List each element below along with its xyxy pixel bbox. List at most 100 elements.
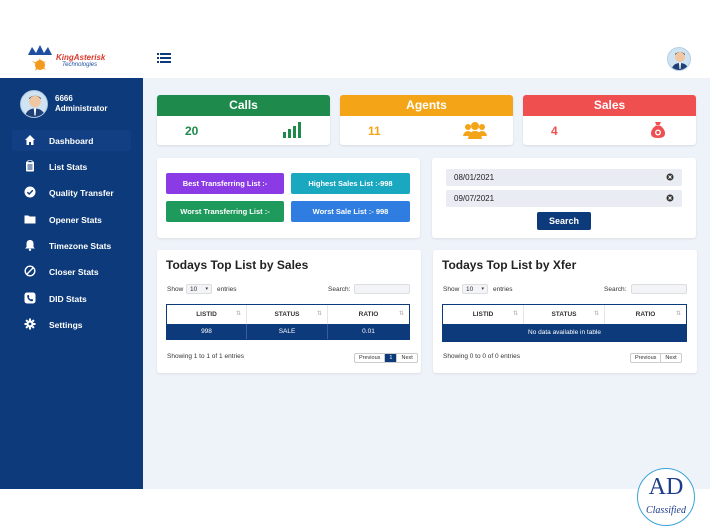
users-icon <box>463 122 487 139</box>
sidebar-item-label: List Stats <box>49 162 88 172</box>
date-to-field[interactable]: 09/07/2021 <box>446 190 682 207</box>
sidebar-item-timezone-stats[interactable]: Timezone Stats <box>12 235 131 256</box>
empty-message: No data available in table <box>528 329 601 336</box>
sort-icon: ⇅ <box>316 311 322 317</box>
search-label: Search: <box>604 286 627 293</box>
sidebar-item-label: Timezone Stats <box>49 241 112 251</box>
watermark-ad: AD <box>648 474 684 500</box>
length-value: 10 <box>466 286 474 293</box>
sort-icon: ⇅ <box>235 311 241 317</box>
calls-card-title: Calls <box>157 95 330 116</box>
column-header-listid[interactable]: LISTID ⇅ <box>167 305 247 324</box>
page-1-button[interactable]: 1 <box>385 354 398 362</box>
sidebar-item-label: Quality Transfer <box>49 188 114 198</box>
next-button[interactable]: Next <box>661 354 680 362</box>
search-button[interactable]: Search <box>537 212 591 230</box>
sidebar-item-label: Settings <box>49 320 83 330</box>
sales-table: LISTID ⇅ STATUS ⇅ RATIO ⇅ 998 SALE 0.01 <box>166 304 410 340</box>
calls-card: Calls 20 <box>157 95 330 145</box>
xfer-search-input[interactable] <box>631 284 687 294</box>
check-circle-icon <box>24 186 36 198</box>
brand-sub: Technologies <box>62 62 98 68</box>
sales-length-select[interactable]: 10 ▾ <box>186 284 212 294</box>
agents-count: 11 <box>368 124 381 138</box>
search-label: Search: <box>328 286 351 293</box>
calls-count: 20 <box>185 124 199 138</box>
next-button[interactable]: Next <box>397 354 416 362</box>
chevron-down-icon: ▾ <box>205 286 208 292</box>
sidebar-item-closer-stats[interactable]: Closer Stats <box>12 261 131 282</box>
table-empty-row: No data available in table <box>443 324 686 341</box>
xfer-pagination: Previous Next <box>630 353 682 363</box>
bell-icon <box>25 240 35 251</box>
cell-ratio: 0.01 <box>362 328 375 335</box>
sidebar-item-list-stats[interactable]: List Stats <box>12 156 131 177</box>
sort-icon: ⇅ <box>398 311 404 317</box>
clear-icon[interactable] <box>666 194 674 202</box>
sidebar-item-quality-transfer[interactable]: Quality Transfer <box>12 182 131 203</box>
sort-icon: ⇅ <box>512 311 518 317</box>
clipboard-icon <box>26 160 34 172</box>
sort-icon: ⇅ <box>675 311 681 317</box>
xfer-length-select[interactable]: 10 ▾ <box>462 284 488 294</box>
date-to-value: 09/07/2021 <box>454 194 495 203</box>
sidebar-item-did-stats[interactable]: DID Stats <box>12 288 131 309</box>
money-bag-icon <box>651 122 665 138</box>
column-header-listid[interactable]: LISTID ⇅ <box>443 305 524 324</box>
highest-sales-list-button[interactable]: Highest Sales List :-998 <box>291 173 410 194</box>
table-header: LISTID ⇅ STATUS ⇅ RATIO ⇅ <box>167 305 409 324</box>
worst-sale-list-button[interactable]: Worst Sale List :- 998 <box>291 201 410 222</box>
agents-card: Agents 11 <box>340 95 513 145</box>
date-from-value: 08/01/2021 <box>454 173 495 182</box>
sidebar-item-label: Closer Stats <box>49 267 99 277</box>
xfer-table-info: Showing 0 to 0 of 0 entries <box>443 353 520 360</box>
sidebar-item-dashboard[interactable]: Dashboard <box>12 130 131 151</box>
sales-table-title: Todays Top List by Sales <box>166 258 309 272</box>
sales-card-title: Sales <box>523 95 696 116</box>
bar-chart-icon <box>283 122 301 138</box>
sidebar-item-label: DID Stats <box>49 294 87 304</box>
entries-label: entries <box>493 286 513 293</box>
show-label: Show <box>443 286 460 293</box>
xfer-table-title: Todays Top List by Xfer <box>442 258 577 272</box>
app-root: KingAsterisk Technologies 6666 Administr… <box>0 0 710 530</box>
sidebar-item-label: Dashboard <box>49 136 94 146</box>
phone-icon <box>24 292 36 304</box>
column-header-ratio[interactable]: RATIO ⇅ <box>328 305 409 324</box>
entries-label: entries <box>217 286 237 293</box>
previous-button[interactable]: Previous <box>355 354 386 362</box>
agents-card-title: Agents <box>340 95 513 116</box>
column-header-status[interactable]: STATUS ⇅ <box>524 305 605 324</box>
watermark-classified: Classified <box>645 505 686 516</box>
sales-search-input[interactable] <box>354 284 410 294</box>
table-row: 998 SALE 0.01 <box>167 324 409 339</box>
previous-button[interactable]: Previous <box>631 354 662 362</box>
cell-status: SALE <box>247 324 328 339</box>
user-role: Administrator <box>55 104 108 113</box>
column-header-ratio[interactable]: RATIO ⇅ <box>605 305 686 324</box>
date-from-field[interactable]: 08/01/2021 <box>446 169 682 186</box>
menu-icon[interactable] <box>157 52 171 64</box>
sidebar-item-opener-stats[interactable]: Opener Stats <box>12 209 131 230</box>
chevron-down-icon: ▾ <box>481 286 484 292</box>
folder-icon <box>24 215 36 224</box>
length-value: 10 <box>190 286 198 293</box>
worst-transferring-list-button[interactable]: Worst Transferring List :- <box>166 201 284 222</box>
sales-count: 4 <box>551 124 558 138</box>
show-label: Show <box>167 286 184 293</box>
xfer-table: LISTID ⇅ STATUS ⇅ RATIO ⇅ No data available… <box>442 304 687 342</box>
column-header-status[interactable]: STATUS ⇅ <box>247 305 328 324</box>
sidebar-item-settings[interactable]: Settings <box>12 314 131 335</box>
table-header: LISTID ⇅ STATUS ⇅ RATIO ⇅ <box>443 305 686 324</box>
cell-listid: 998 <box>167 324 247 339</box>
best-transferring-list-button[interactable]: Best Transferring List :- <box>166 173 284 194</box>
sales-card: Sales 4 <box>523 95 696 145</box>
sidebar-item-label: Opener Stats <box>49 215 102 225</box>
sales-table-info: Showing 1 to 1 of 1 entries <box>167 353 244 360</box>
ban-icon <box>24 265 36 277</box>
brand-name: KingAsterisk <box>56 53 106 62</box>
gear-icon <box>24 318 36 330</box>
clear-icon[interactable] <box>666 173 674 181</box>
profile-avatar[interactable] <box>667 47 691 71</box>
sort-icon: ⇅ <box>593 311 599 317</box>
